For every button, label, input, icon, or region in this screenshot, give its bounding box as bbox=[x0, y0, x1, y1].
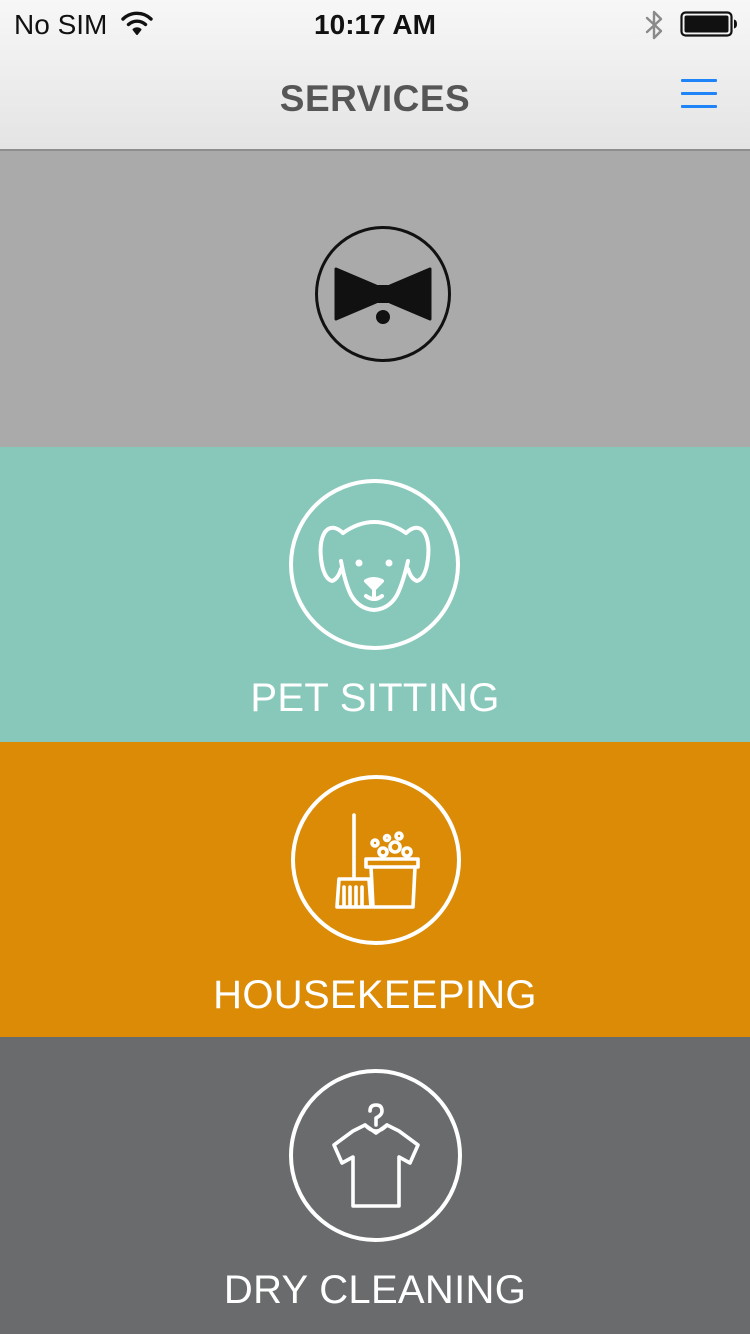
service-tile-dry-cleaning[interactable]: DRY CLEANING bbox=[0, 1037, 750, 1334]
service-label: DRY CLEANING bbox=[223, 1268, 527, 1312]
top-bar: No SIM 10:17 AM SERVICES bbox=[0, 0, 750, 151]
menu-line bbox=[681, 105, 717, 108]
page-title: SERVICES bbox=[279, 78, 471, 119]
service-tile-concierge[interactable] bbox=[0, 151, 750, 447]
services-screen: No SIM 10:17 AM SERVICES PET SITTING HOU… bbox=[0, 0, 750, 1334]
bluetooth-icon bbox=[645, 10, 663, 40]
menu-line bbox=[681, 92, 717, 95]
dog-icon bbox=[289, 479, 460, 650]
shirt-hanger-icon bbox=[289, 1069, 462, 1242]
battery-icon bbox=[680, 11, 737, 37]
broom-bucket-icon bbox=[291, 775, 461, 945]
services-list: PET SITTING HOUSEKEEPING DRY CLEANING bbox=[0, 151, 750, 1334]
service-tile-pet-sitting[interactable]: PET SITTING bbox=[0, 447, 750, 742]
clock-time: 10:17 AM bbox=[314, 9, 436, 40]
service-tile-housekeeping[interactable]: HOUSEKEEPING bbox=[0, 742, 750, 1037]
service-label: HOUSEKEEPING bbox=[213, 973, 537, 1017]
menu-line bbox=[681, 79, 717, 82]
menu-button[interactable] bbox=[673, 72, 723, 120]
status-bar: No SIM 10:17 AM bbox=[0, 0, 750, 48]
bowtie-icon bbox=[315, 226, 451, 362]
service-label: PET SITTING bbox=[250, 676, 500, 720]
